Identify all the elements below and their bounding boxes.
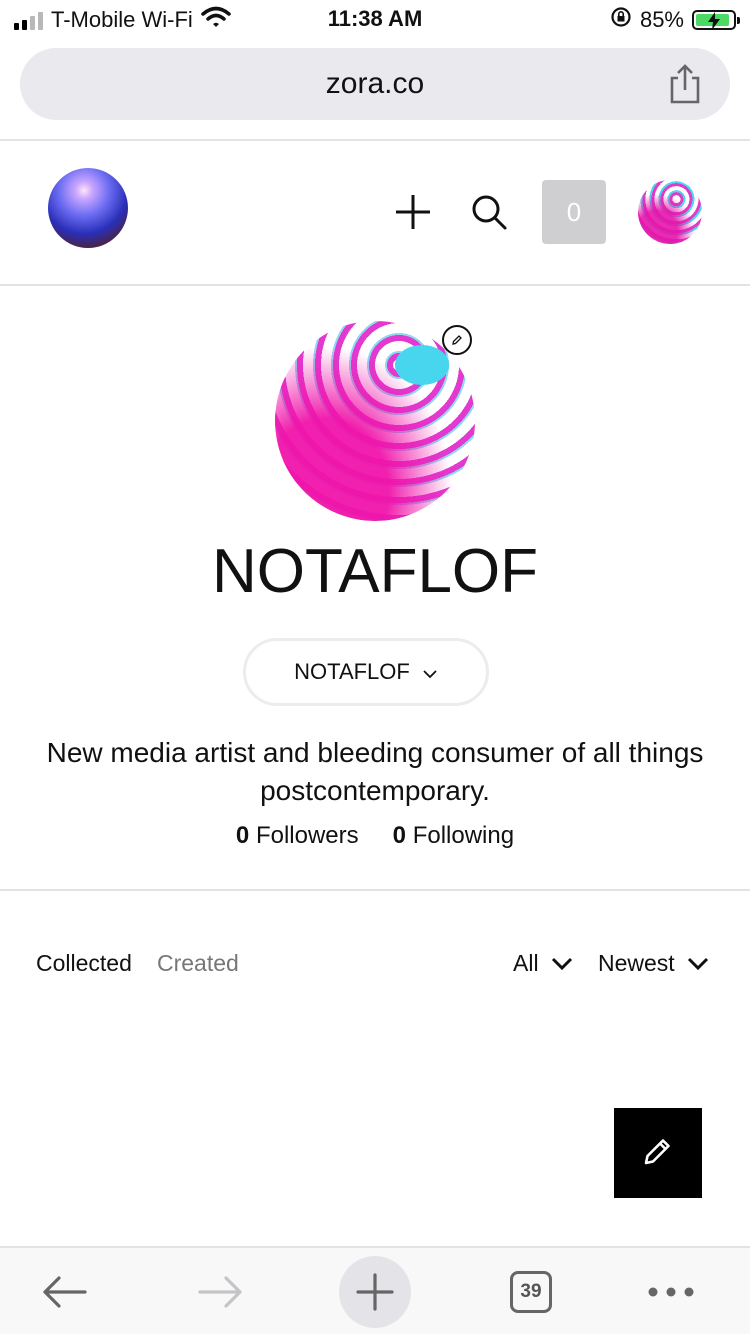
profile-stats: 0 Followers 0 Following: [0, 822, 750, 850]
chevron-down-icon: [687, 950, 709, 977]
new-tab-icon[interactable]: [339, 1256, 411, 1328]
tab-count: 39: [510, 1271, 552, 1313]
logo-icon[interactable]: [48, 168, 128, 248]
followers-stat[interactable]: 0 Followers: [236, 822, 359, 850]
forward-icon[interactable]: [185, 1248, 255, 1336]
battery-percent: 85%: [639, 7, 684, 32]
url-text[interactable]: zora.co: [20, 67, 730, 101]
edit-profile-picture-button[interactable]: [442, 325, 472, 355]
sort-dropdown[interactable]: Newest: [598, 950, 709, 977]
share-icon[interactable]: [668, 64, 702, 109]
chevron-down-icon: [551, 950, 573, 977]
tab-created[interactable]: Created: [157, 950, 239, 977]
edit-button[interactable]: [614, 1108, 702, 1198]
followers-label: Followers: [255, 822, 359, 849]
orientation-lock-icon: [610, 6, 632, 34]
profile-bio: New media artist and bleeding consumer o…: [46, 737, 704, 806]
following-stat[interactable]: 0 Following: [393, 822, 514, 850]
tab-collected[interactable]: Collected: [36, 950, 132, 977]
pencil-icon: [640, 1133, 676, 1174]
type-filter-label: All: [513, 950, 539, 976]
followers-count: 0: [235, 822, 250, 849]
search-icon[interactable]: [470, 193, 508, 236]
account-dropdown-label: NOTAFLOF: [294, 659, 410, 684]
address-bar[interactable]: zora.co: [20, 48, 730, 120]
avatar[interactable]: [638, 180, 702, 244]
account-dropdown[interactable]: NOTAFLOF: [243, 638, 489, 706]
divider: [0, 284, 750, 286]
type-filter-dropdown[interactable]: All: [513, 950, 573, 977]
following-count: 0: [392, 822, 407, 849]
more-icon[interactable]: [636, 1248, 706, 1336]
following-label: Following: [412, 822, 515, 849]
back-icon[interactable]: [30, 1248, 100, 1336]
browser-toolbar: 39: [0, 1246, 750, 1334]
chevron-down-icon: [422, 659, 438, 685]
divider: [0, 139, 750, 141]
notification-count-badge[interactable]: 0: [542, 180, 606, 244]
divider: [0, 889, 750, 891]
sort-label: Newest: [598, 950, 675, 976]
profile-picture: [275, 321, 475, 521]
tabs-icon[interactable]: 39: [496, 1248, 566, 1336]
battery-charging-icon: [692, 10, 740, 30]
plus-icon[interactable]: [394, 193, 432, 236]
status-bar: T-Mobile Wi-Fi 11:38 AM 85%: [0, 0, 750, 40]
status-right: 85%: [610, 6, 740, 34]
profile-name: NOTAFLOF: [211, 537, 539, 606]
